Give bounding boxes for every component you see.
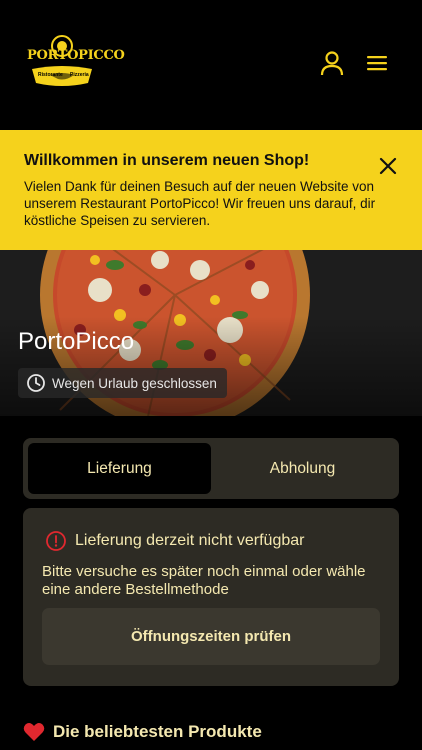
status-badge: Wegen Urlaub geschlossen	[18, 368, 227, 398]
logo-sub-right: Pizzeria	[70, 72, 89, 78]
app-header: PORTOPICCO Ristorante Pizzeria	[0, 0, 422, 128]
logo-wordmark: PORTOPICCO	[27, 48, 125, 63]
check-opening-hours-button[interactable]: Öffnungszeiten prüfen	[42, 608, 380, 665]
delivery-unavailable-card: Lieferung derzeit nicht verfügbar Bitte …	[23, 508, 399, 686]
user-icon[interactable]	[319, 50, 345, 76]
restaurant-name: PortoPicco	[18, 328, 135, 355]
status-text: Wegen Urlaub geschlossen	[52, 375, 217, 391]
delivery-info-title: Lieferung derzeit nicht verfügbar	[75, 532, 305, 549]
delivery-info-header: Lieferung derzeit nicht verfügbar	[45, 530, 304, 552]
welcome-banner: Willkommen in unserem neuen Shop! Vielen…	[0, 130, 422, 250]
hamburger-menu-icon[interactable]	[364, 50, 390, 76]
banner-text: Vielen Dank für deinen Besuch auf der ne…	[24, 179, 376, 228]
portopicco-logo[interactable]: PORTOPICCO Ristorante Pizzeria	[22, 33, 125, 93]
logo-sub-left: Ristorante	[38, 72, 63, 78]
popular-products-heading: Die beliebtesten Produkte	[23, 722, 262, 742]
banner-title: Willkommen in unserem neuen Shop!	[24, 152, 310, 169]
tab-abholung[interactable]: Abholung	[211, 443, 394, 494]
close-icon[interactable]	[378, 156, 398, 176]
popular-products-title: Die beliebtesten Produkte	[53, 722, 262, 741]
delivery-info-message: Bitte versuche es später noch einmal ode…	[42, 563, 366, 598]
clock-icon	[27, 374, 45, 392]
hero-image: PortoPicco Wegen Urlaub geschlossen	[0, 250, 422, 416]
order-method-toggle: Lieferung Abholung	[23, 438, 399, 499]
alert-circle-icon	[46, 531, 66, 551]
heart-icon	[23, 723, 45, 741]
tab-lieferung[interactable]: Lieferung	[28, 443, 211, 494]
logo-emblem-icon	[32, 35, 92, 86]
